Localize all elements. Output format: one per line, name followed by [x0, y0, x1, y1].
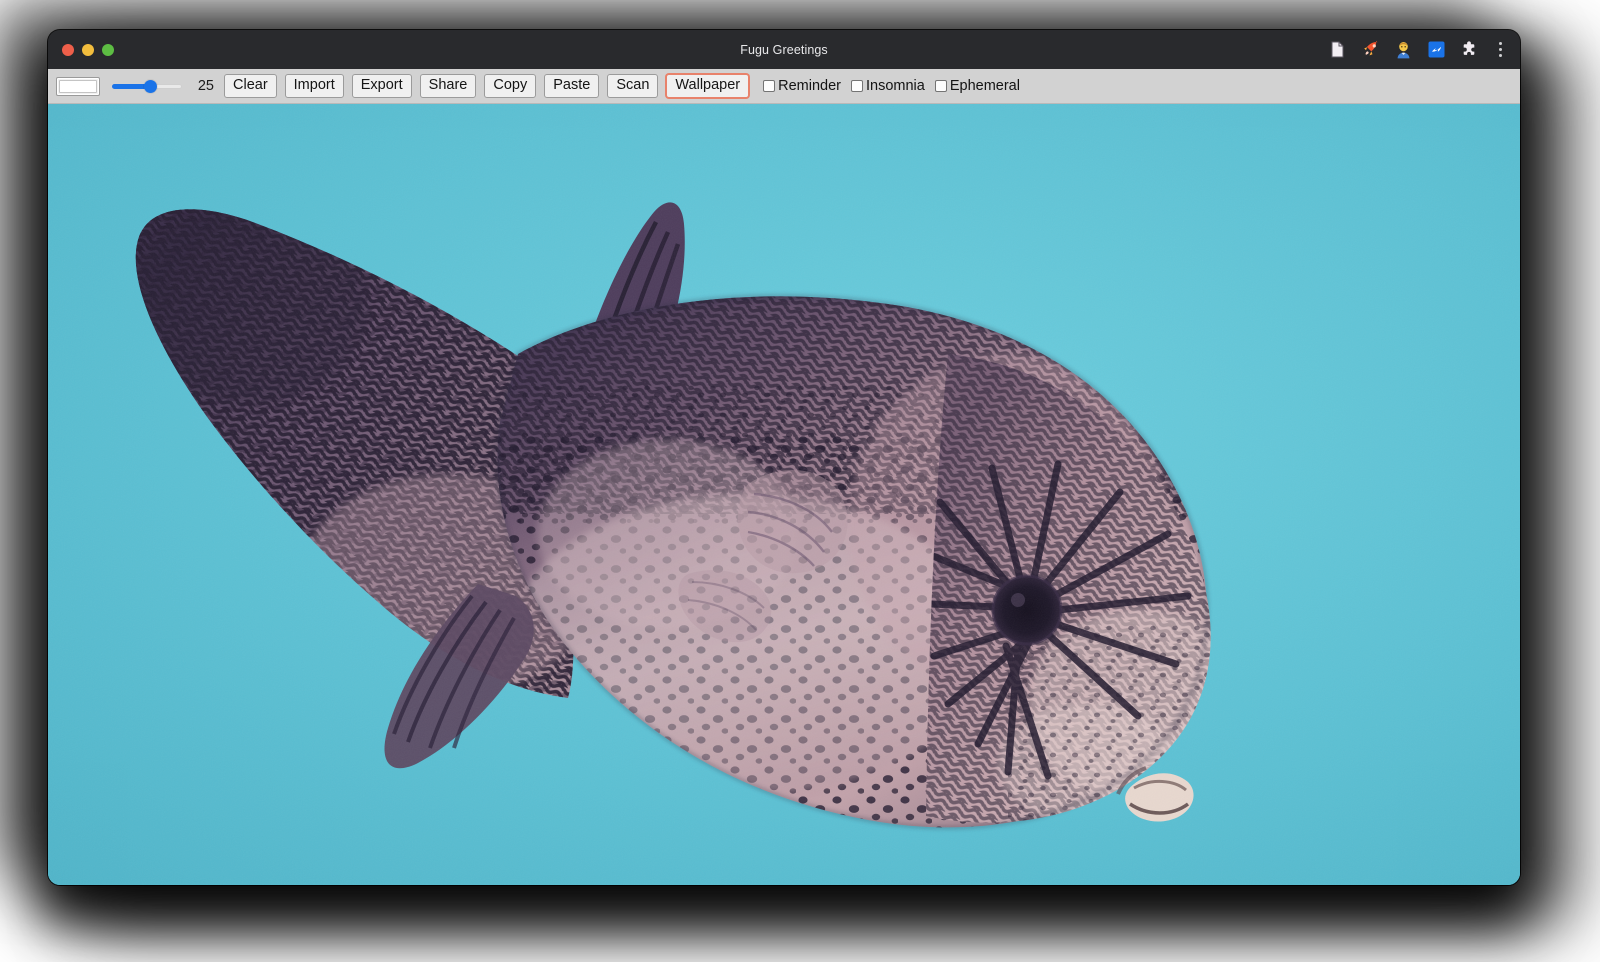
maximize-window-button[interactable]: [102, 44, 114, 56]
reminder-checkbox[interactable]: Reminder: [763, 78, 841, 94]
insomnia-checkbox-label: Insomnia: [866, 78, 925, 94]
wallpaper-button[interactable]: Wallpaper: [666, 74, 749, 98]
app-toolbar: 25 Clear Import Export Share Copy Paste …: [48, 69, 1520, 104]
window-titlebar: Fugu Greetings: [48, 30, 1520, 69]
slider-value-label: 25: [196, 78, 214, 94]
window-title: Fugu Greetings: [48, 43, 1520, 57]
reminder-checkbox-label: Reminder: [778, 78, 841, 94]
extensions-icon[interactable]: [1459, 40, 1479, 60]
traffic-light-group: [62, 44, 114, 56]
minimize-window-button[interactable]: [82, 44, 94, 56]
close-window-button[interactable]: [62, 44, 74, 56]
reminder-checkbox-box[interactable]: [763, 80, 775, 92]
ephemeral-checkbox-box[interactable]: [935, 80, 947, 92]
drawing-canvas[interactable]: [48, 104, 1520, 885]
copy-button[interactable]: Copy: [484, 74, 536, 98]
kebab-menu-icon[interactable]: [1492, 40, 1508, 60]
scan-button[interactable]: Scan: [607, 74, 658, 98]
ephemeral-checkbox-label: Ephemeral: [950, 78, 1020, 94]
page-icon[interactable]: [1327, 40, 1347, 60]
clear-button[interactable]: Clear: [224, 74, 277, 98]
line-width-slider[interactable]: [112, 78, 182, 94]
export-button[interactable]: Export: [352, 74, 412, 98]
app-window: Fugu Greetings: [48, 30, 1520, 885]
ephemeral-checkbox[interactable]: Ephemeral: [935, 78, 1020, 94]
screen: Fugu Greetings: [0, 0, 1600, 962]
color-picker-input[interactable]: [56, 77, 100, 96]
import-button[interactable]: Import: [285, 74, 344, 98]
titlebar-actions: [1327, 40, 1508, 60]
toggle-group: Reminder Insomnia Ephemeral: [763, 78, 1020, 94]
insomnia-checkbox[interactable]: Insomnia: [851, 78, 925, 94]
sparkle-icon[interactable]: [1426, 40, 1446, 60]
rocket-icon[interactable]: [1360, 40, 1380, 60]
share-button[interactable]: Share: [420, 74, 477, 98]
color-swatch-fill: [59, 80, 97, 93]
paste-button[interactable]: Paste: [544, 74, 599, 98]
insomnia-checkbox-box[interactable]: [851, 80, 863, 92]
slider-thumb[interactable]: [144, 80, 157, 93]
pufferfish-photo: [48, 104, 1520, 885]
profile-icon[interactable]: [1393, 40, 1413, 60]
slider-fill: [112, 84, 148, 89]
